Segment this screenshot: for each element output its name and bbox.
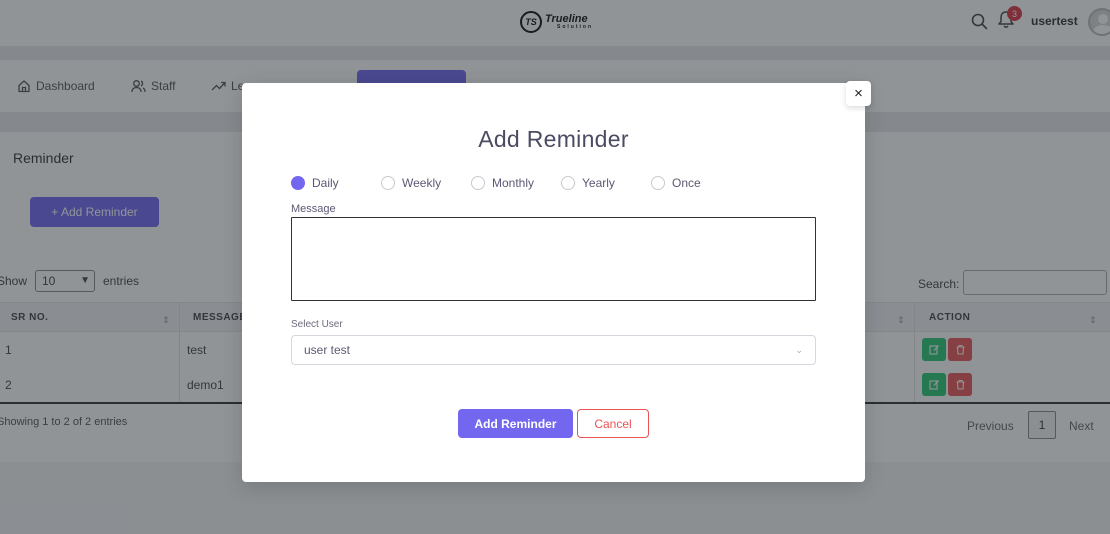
add-reminder-modal: Add Reminder Daily Weekly Monthly Yearly…	[242, 83, 865, 482]
message-textarea[interactable]	[291, 217, 816, 301]
radio-label-yearly: Yearly	[582, 176, 615, 190]
radio-label-once: Once	[672, 176, 701, 190]
radio-indicator[interactable]	[471, 176, 485, 190]
select-user-value: user test	[304, 343, 351, 357]
add-reminder-submit-button[interactable]: Add Reminder	[458, 409, 573, 438]
radio-daily[interactable]: Daily	[291, 176, 339, 190]
radio-indicator-checked[interactable]	[291, 176, 305, 190]
radio-indicator[interactable]	[561, 176, 575, 190]
select-user-label: Select User	[291, 319, 343, 330]
radio-once[interactable]: Once	[651, 176, 701, 190]
radio-label-daily: Daily	[312, 176, 339, 190]
radio-indicator[interactable]	[651, 176, 665, 190]
close-icon: ×	[854, 85, 863, 102]
radio-label-monthly: Monthly	[492, 176, 535, 190]
radio-yearly[interactable]: Yearly	[561, 176, 615, 190]
chevron-down-icon: ⌄	[795, 345, 803, 355]
message-label: Message	[291, 203, 336, 215]
close-modal-button[interactable]: ×	[846, 81, 871, 106]
radio-label-weekly: Weekly	[402, 176, 442, 190]
cancel-button[interactable]: Cancel	[577, 409, 649, 438]
radio-monthly[interactable]: Monthly	[471, 176, 534, 190]
modal-title: Add Reminder	[478, 126, 629, 152]
radio-weekly[interactable]: Weekly	[381, 176, 441, 190]
select-user-dropdown[interactable]: user test ⌄	[291, 335, 816, 365]
radio-indicator[interactable]	[381, 176, 395, 190]
